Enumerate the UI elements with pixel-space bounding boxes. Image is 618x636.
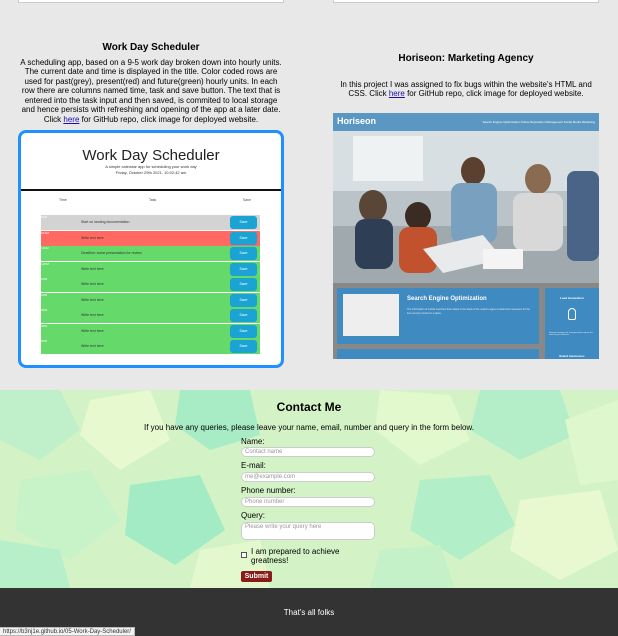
contact-intro: If you have any queries, please leave yo…	[144, 423, 474, 432]
greatness-checkbox-label: I am prepared to achieve greatness!	[251, 547, 340, 565]
time-block-row: 1PM Write text here Save	[41, 277, 260, 292]
scheduler-screenshot-link[interactable]: Work Day Scheduler A simple calendar app…	[18, 130, 284, 368]
horiseon-logo: Horiseon	[337, 116, 377, 126]
scheduler-repo-link[interactable]: here	[63, 115, 79, 124]
hour-label: 10AM	[41, 230, 49, 235]
task-input: Write text here	[81, 344, 104, 348]
seo-illustration	[343, 294, 399, 336]
lightbulb-icon	[568, 308, 576, 320]
team-meeting-photo	[333, 131, 599, 283]
seo-card: Search Engine Optimization The informati…	[337, 288, 539, 344]
hour-label: 3PM	[41, 308, 48, 312]
horiseon-screenshot-link[interactable]: Horiseon Search Engine Optimization Onli…	[333, 113, 599, 359]
hour-label: 12PM	[41, 261, 49, 266]
previous-card-edge	[18, 0, 284, 3]
horiseon-title: Horiseon: Marketing Agency	[398, 53, 534, 64]
hour-label: 4PM	[41, 323, 48, 328]
save-button: Save	[230, 309, 257, 322]
time-block-row: 12PM Write text here Save	[41, 261, 260, 277]
task-input: Write text here	[81, 235, 104, 240]
hour-label: 1PM	[41, 277, 48, 281]
horiseon-nav-links: Search Engine Optimization Online Reputa…	[482, 120, 595, 124]
name-field[interactable]: Contact name	[241, 447, 375, 457]
scheduler-description: A scheduling app, based on a 9-5 work da…	[20, 58, 282, 124]
hour-label: 9AM	[41, 215, 48, 219]
save-button: Save	[230, 262, 257, 276]
query-textarea[interactable]: Please write your query here	[241, 522, 375, 540]
name-label: Name:	[241, 437, 265, 446]
projects-section: Work Day Scheduler A scheduling app, bas…	[0, 0, 618, 390]
phone-field[interactable]: Phone number	[241, 497, 375, 507]
link-status-url: https://b3nj1e.github.io/05-Work-Day-Sch…	[0, 627, 135, 636]
scheduler-app-date: Friday, October 29th 2021, 10:02:42 am	[115, 170, 187, 175]
divider	[21, 189, 281, 191]
phone-label: Phone number:	[241, 486, 296, 495]
lead-generation-title: Lead Generation	[560, 296, 584, 300]
save-button: Save	[230, 231, 257, 245]
time-block-row: 4PM Write text here Save	[41, 323, 260, 339]
task-input: Deadline: some presentation for review	[81, 251, 142, 255]
horiseon-description: In this project I was assigned to fix bu…	[340, 80, 592, 99]
query-label: Query:	[241, 511, 266, 520]
task-input: Write text here	[81, 282, 104, 286]
email-field[interactable]: me@example.com	[241, 472, 375, 482]
save-button: Save	[230, 340, 257, 353]
next-card-edge	[337, 349, 539, 359]
lead-generation-card: Lead Generation Inbound strategies for l…	[545, 288, 599, 359]
time-block-row: 11AM Deadline: some presentation for revi…	[41, 246, 260, 261]
task-input: Start on landing documentation	[81, 220, 130, 224]
email-label: E-mail:	[241, 461, 266, 470]
contact-heading: Contact Me	[276, 400, 342, 414]
horiseon-card: Horiseon: Marketing Agency In this proje…	[333, 53, 599, 99]
scheduler-app-subtitle: A simple calendar app for scheduling you…	[105, 164, 197, 169]
task-input: Write text here	[81, 313, 104, 317]
submit-button[interactable]: Submit	[241, 571, 272, 582]
save-button: Save	[230, 293, 257, 307]
seo-card-text: The information of mobile searches that …	[407, 308, 530, 315]
brand-awareness-title: Brand Awareness	[559, 354, 585, 358]
time-block-row: 9AM Start on landing documentation Save	[41, 215, 260, 230]
time-block-row: 3PM Write text here Save	[41, 308, 260, 323]
task-input: Write text here	[81, 297, 104, 302]
scheduler-app-title: Work Day Scheduler	[82, 147, 220, 164]
time-block-row: 5PM Write text here Save	[41, 339, 260, 354]
scheduler-title: Work Day Scheduler	[102, 42, 200, 53]
previous-card-edge	[333, 0, 599, 3]
hour-label: 11AM	[41, 246, 49, 250]
save-button: Save	[230, 278, 257, 291]
task-input: Write text here	[81, 328, 104, 333]
save-column-header: Save	[243, 198, 251, 202]
time-block-row: 10AM Write text here Save	[41, 230, 260, 246]
horiseon-navbar: Horiseon Search Engine Optimization Onli…	[333, 113, 599, 131]
save-button: Save	[230, 216, 257, 229]
task-column-header: Task	[149, 198, 157, 202]
save-button: Save	[230, 324, 257, 338]
hour-label: 2PM	[41, 292, 48, 297]
scheduler-card: Work Day Scheduler A scheduling app, bas…	[18, 42, 284, 124]
contact-section: Contact Me If you have any queries, plea…	[0, 390, 618, 588]
greatness-checkbox[interactable]	[241, 552, 247, 558]
footer-message: That's all folks	[283, 608, 335, 617]
horiseon-repo-link[interactable]: here	[389, 89, 405, 98]
time-block-row: 2PM Write text here Save	[41, 292, 260, 308]
time-column-header: Time	[59, 198, 67, 202]
save-button: Save	[230, 247, 257, 260]
lead-generation-text: Inbound strategies for lead generation r…	[549, 332, 593, 336]
task-input: Write text here	[81, 266, 104, 271]
hour-label: 5PM	[41, 339, 48, 343]
seo-card-title: Search Engine Optimization	[407, 296, 487, 302]
